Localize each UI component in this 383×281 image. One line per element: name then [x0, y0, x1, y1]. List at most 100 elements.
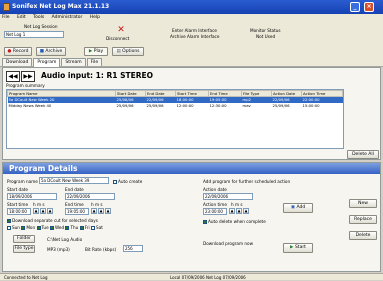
day-fri[interactable]: Fri — [79, 225, 90, 230]
action-date-input[interactable]: 22/09/2006 — [203, 193, 253, 200]
delete-all-button[interactable]: Delete All — [347, 150, 379, 159]
tab-download[interactable]: Download — [2, 58, 33, 66]
day-wed[interactable]: Wed — [50, 225, 64, 230]
start-hms-label: h m s — [33, 202, 45, 207]
add-button[interactable]: ▣ Add — [283, 203, 313, 213]
table-cell: mav — [242, 103, 251, 108]
options-label: Options — [122, 49, 140, 54]
day-mon-label: Mon — [26, 225, 36, 230]
prev-input-button[interactable]: ◀◀ — [6, 71, 20, 82]
bitrate-select[interactable]: 256 — [123, 245, 143, 252]
tab-stream[interactable]: Stream — [61, 58, 86, 66]
day-sun-label: Sun — [12, 225, 20, 230]
folder-button[interactable]: Folder — [13, 235, 35, 243]
monitor-status-label: Monitor Status — [250, 28, 281, 33]
end-time-input[interactable]: 19:05:00 — [65, 208, 89, 215]
auto-delete-label: Auto delete when complete — [208, 219, 266, 224]
play-button[interactable]: ▶ Play — [84, 47, 108, 56]
options-icon: ▤ — [116, 49, 121, 54]
program-summary-label: Program summary — [6, 83, 45, 88]
auto-delete-checkbox[interactable]: Auto delete when complete — [203, 219, 266, 224]
archive-label: Archive — [45, 49, 63, 54]
day-sun[interactable]: Sun — [7, 225, 20, 230]
separate-cut-checkbox[interactable]: Download separate cut for selected days — [7, 218, 98, 223]
action-time-label: Action time — [203, 202, 227, 207]
details-title: Program Details — [9, 164, 78, 173]
close-button[interactable]: × — [364, 2, 374, 12]
day-thu-box — [65, 226, 70, 230]
day-sat[interactable]: Sat — [91, 225, 103, 230]
days-row: Sun Mon Tue Wed Thu Fri Sat — [7, 225, 103, 230]
session-select[interactable]: Net Log 1 — [4, 31, 64, 38]
menu-help[interactable]: Help — [90, 15, 100, 20]
app-icon — [3, 3, 10, 11]
next-input-button[interactable]: ▶▶ — [21, 71, 35, 82]
auto-create-label: Auto create — [118, 179, 143, 184]
day-tue[interactable]: Tue — [36, 225, 49, 230]
minimize-button[interactable]: _ — [350, 2, 360, 12]
archive-icon: ■ — [39, 49, 44, 54]
program-name-input[interactable]: 5a DCoult New Week 39 — [39, 177, 109, 184]
delete-button[interactable]: Delete — [349, 231, 377, 240]
auto-create-checkbox[interactable]: Auto create — [113, 179, 142, 184]
day-wed-label: Wed — [55, 225, 65, 230]
table-cell: 12:00:00 — [176, 103, 194, 108]
menu-bar: File Edit Tools Administrator Help — [0, 14, 383, 22]
separate-cut-label: Download separate cut for selected days — [12, 218, 98, 223]
menu-file[interactable]: File — [2, 15, 10, 20]
start-label: Start — [294, 245, 306, 250]
archive-alarm-label: Archive Alarm Interface — [170, 34, 220, 39]
play-icon: ▶ — [88, 49, 93, 54]
day-sat-label: Sat — [96, 225, 103, 230]
disconnect-button[interactable]: Disconnect — [106, 36, 129, 41]
archive-button[interactable]: ■ Archive — [36, 47, 66, 56]
table-cell: 25/09/06 — [272, 103, 290, 108]
start-date-label: Start date — [7, 187, 29, 192]
window-title: Sonifex Net Log Max 21.1.13 — [12, 3, 110, 10]
day-sat-box — [91, 226, 96, 230]
start-icon: ▶ — [290, 245, 294, 250]
end-date-input[interactable]: 22/09/2006 — [65, 193, 115, 200]
menu-administrator[interactable]: Administrator — [52, 15, 83, 20]
action-time-input[interactable]: 23:00:00 — [203, 208, 227, 215]
auto-delete-box — [203, 220, 207, 224]
table-row[interactable]: Midday News Week 40 25/09/06 25/09/06 12… — [8, 103, 343, 109]
start-time-input[interactable]: 18:00:00 — [7, 208, 31, 215]
audio-input-title: Audio input: 1: R1 STEREO — [41, 71, 154, 80]
day-mon[interactable]: Mon — [21, 225, 35, 230]
menu-tools[interactable]: Tools — [33, 15, 44, 20]
new-button[interactable]: New — [349, 199, 377, 208]
action-time-spinners[interactable]: ▲ ▲ ▲ — [229, 208, 250, 214]
program-table[interactable]: Program Name Start Date End Date Start T… — [6, 89, 344, 149]
separate-cut-box — [7, 219, 11, 223]
day-thu[interactable]: Thu — [65, 225, 78, 230]
tab-file[interactable]: File — [86, 58, 103, 66]
program-panel: ◀◀ ▶▶ Audio input: 1: R1 STEREO Program … — [2, 67, 381, 160]
record-button[interactable]: ● Record — [4, 47, 32, 56]
session-label: Net Log Session — [24, 24, 58, 29]
day-fri-box — [79, 226, 84, 230]
alarm-interface-label: Enter Alarm Interface — [172, 28, 217, 33]
monitor-status-value: Not Used — [256, 34, 276, 39]
table-cell: Midday News Week 40 — [8, 103, 52, 108]
end-time-spinners[interactable]: ▲ ▲ ▲ — [91, 208, 112, 214]
action-hms-label: h m s — [231, 202, 243, 207]
add-label: Add — [296, 205, 306, 210]
play-label: Play — [93, 49, 104, 54]
file-type-button[interactable]: File type — [13, 245, 35, 253]
options-button[interactable]: ▤ Options — [112, 47, 144, 56]
action-header: Add program for further scheduled action — [203, 179, 291, 184]
end-date-label: End date — [65, 187, 84, 192]
details-header: Program Details — [3, 163, 380, 174]
start-date-input[interactable]: 18/09/2006 — [7, 193, 57, 200]
tab-program[interactable]: Program — [33, 58, 61, 67]
start-button[interactable]: ▶ Start — [283, 243, 313, 253]
start-time-spinners[interactable]: ▲ ▲ ▲ — [33, 208, 54, 214]
replace-button[interactable]: Replace — [349, 215, 377, 224]
day-fri-label: Fri — [84, 225, 90, 230]
folder-path: C:\Net Log Audio — [47, 237, 83, 242]
menu-edit[interactable]: Edit — [17, 15, 26, 20]
auto-create-box — [113, 180, 117, 184]
end-hms-label: h m s — [91, 202, 103, 207]
start-time-label: Start time — [7, 202, 29, 207]
